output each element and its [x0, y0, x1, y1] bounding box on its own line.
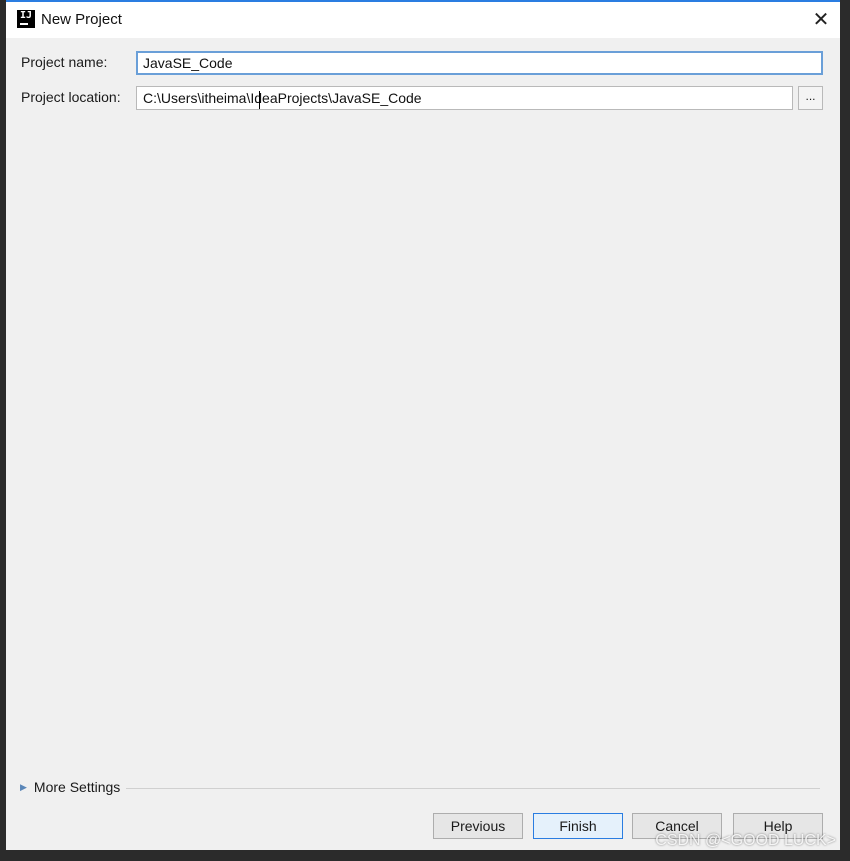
new-project-dialog: IJ New Project ✕ Project name: Project l… — [6, 0, 840, 850]
project-name-label: Project name: — [21, 54, 108, 70]
more-settings-label: More Settings — [33, 779, 121, 795]
previous-button[interactable]: Previous — [433, 813, 523, 839]
title-bar[interactable]: IJ New Project ✕ — [6, 2, 840, 38]
watermark: CSDN @<GOOD LUCK> — [655, 832, 836, 849]
project-name-input[interactable] — [136, 51, 823, 75]
project-location-label: Project location: — [21, 89, 121, 105]
browse-button[interactable]: ... — [798, 86, 823, 110]
finish-button[interactable]: Finish — [533, 813, 623, 839]
dialog-title: New Project — [41, 11, 122, 28]
more-settings-toggle[interactable]: ▶ More Settings — [20, 779, 120, 795]
intellij-idea-icon: IJ — [17, 10, 35, 28]
close-icon[interactable]: ✕ — [806, 4, 836, 34]
expand-triangle-icon: ▶ — [20, 781, 27, 792]
project-location-input[interactable] — [136, 86, 793, 110]
divider — [126, 788, 820, 789]
